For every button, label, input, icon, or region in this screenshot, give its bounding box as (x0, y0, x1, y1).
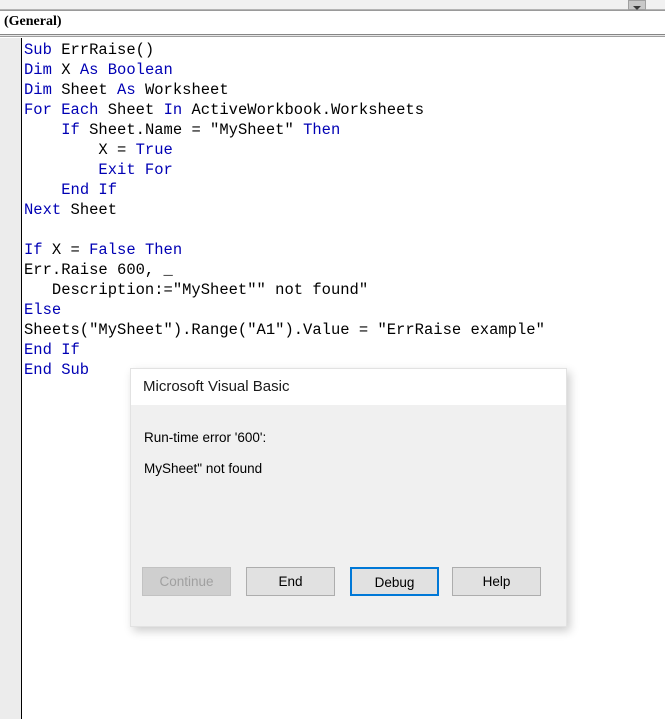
code-line: X = True (24, 140, 665, 160)
code-keyword: Else (24, 301, 62, 319)
code-text: X = (24, 141, 136, 159)
debug-button[interactable]: Debug (350, 567, 439, 596)
procedure-selector-label: (General) (4, 14, 62, 29)
code-keyword: True (135, 141, 173, 159)
code-keyword: Dim (24, 61, 52, 79)
error-code-text: Run-time error '600': (144, 430, 267, 445)
code-text: ActiveWorkbook.Worksheets (182, 101, 425, 119)
code-text: Sheet (61, 201, 118, 219)
code-keyword: End If (24, 341, 80, 359)
procedure-bar-divider (0, 35, 665, 37)
code-text: Sheets("MySheet").Range("A1").Value = "E… (24, 321, 545, 339)
error-description-text: MySheet" not found (144, 461, 263, 476)
code-keyword: Sub (24, 41, 52, 59)
code-line: End If (24, 340, 665, 360)
code-keyword: End Sub (24, 361, 90, 379)
code-text: Err.Raise 600, _ (24, 261, 173, 279)
code-keyword: Each (61, 101, 99, 119)
code-keyword: If (24, 241, 43, 259)
code-keyword: If (61, 121, 80, 139)
dialog-title-bar: Microsoft Visual Basic (131, 369, 566, 405)
code-text: X (51, 61, 80, 79)
horizontal-scrollbar-track[interactable] (0, 0, 665, 10)
code-text: Sheet (51, 81, 118, 99)
continue-button: Continue (142, 567, 231, 596)
code-keyword: Boolean (107, 61, 173, 79)
editor-top-scroll-strip (0, 0, 665, 11)
code-keyword: Dim (24, 81, 52, 99)
code-text: Sheet (98, 101, 164, 119)
code-text: ErrRaise() (51, 41, 155, 59)
chevron-down-icon[interactable] (628, 0, 646, 10)
dialog-button-row: Continue End Debug Help (131, 554, 566, 626)
code-line: Description:="MySheet"" not found" (24, 280, 665, 300)
chevron-down-glyph (633, 6, 641, 10)
code-line: If X = False Then (24, 240, 665, 260)
dialog-title: Microsoft Visual Basic (143, 378, 290, 395)
code-line: Dim X As Boolean (24, 60, 665, 80)
code-line: Else (24, 300, 665, 320)
code-line: Exit For (24, 160, 665, 180)
code-keyword: End If (61, 181, 118, 199)
code-keyword: As (117, 81, 136, 99)
code-keyword: Exit For (98, 161, 173, 179)
code-text: Sheet.Name = "MySheet" (79, 121, 304, 139)
code-line: End If (24, 180, 665, 200)
code-keyword: False (89, 241, 136, 259)
procedure-selector-bar[interactable]: (General) (0, 11, 665, 35)
code-text: X = (42, 241, 90, 259)
code-line: Sheets("MySheet").Range("A1").Value = "E… (24, 320, 665, 340)
help-button[interactable]: Help (452, 567, 541, 596)
code-keyword: In (163, 101, 183, 119)
code-keyword: Next (24, 201, 62, 219)
vba-code-text[interactable]: Sub ErrRaise() Dim X As Boolean Dim Sheet … (24, 40, 665, 380)
code-keyword: As (79, 61, 99, 79)
code-text: Worksheet (135, 81, 229, 99)
code-line: Next Sheet (24, 200, 665, 220)
code-line: For Each Sheet In ActiveWorkbook.Workshe… (24, 100, 665, 120)
code-line: Sub ErrRaise() (24, 40, 665, 60)
code-keyword: Then (303, 121, 341, 139)
code-keyword: For (24, 101, 52, 119)
editor-margin-indicator-bar[interactable] (0, 38, 22, 719)
code-text: Description:="MySheet"" not found" (24, 281, 369, 299)
end-button[interactable]: End (246, 567, 335, 596)
code-keyword: Then (144, 241, 183, 259)
runtime-error-dialog: Microsoft Visual Basic Run-time error '6… (130, 368, 567, 627)
code-line: Dim Sheet As Worksheet (24, 80, 665, 100)
code-line: If Sheet.Name = "MySheet" Then (24, 120, 665, 140)
code-line: Err.Raise 600, _ (24, 260, 665, 280)
